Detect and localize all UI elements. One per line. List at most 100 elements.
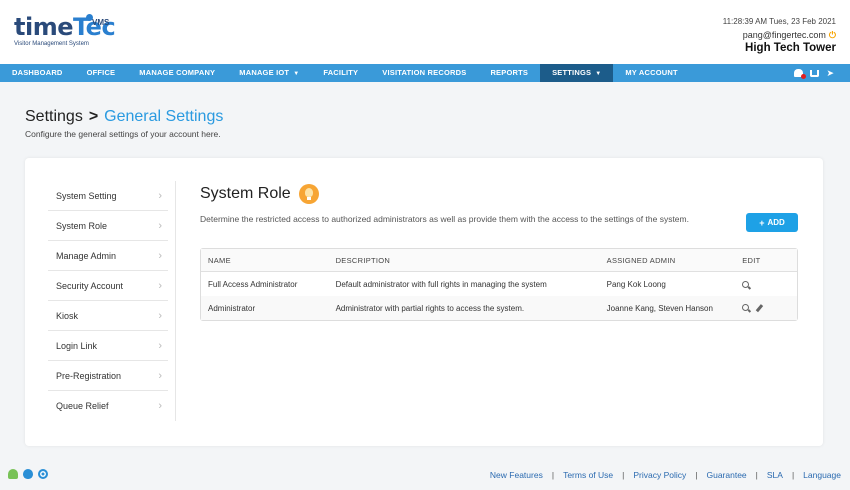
page-title-sub: General Settings: [104, 108, 224, 125]
footer-link-terms[interactable]: Terms of Use: [563, 470, 613, 480]
chevron-right-icon: ›: [158, 219, 162, 232]
footer-separator: |: [695, 470, 698, 480]
sidebar-item-label: Queue Relief: [56, 401, 109, 411]
add-role-button[interactable]: + ADD: [746, 213, 798, 232]
table-row: Administrator Administrator with partial…: [201, 296, 797, 320]
pencil-icon[interactable]: [755, 304, 763, 312]
section-title-text: System Role: [200, 185, 291, 202]
settings-sidebar: System Setting › System Role › Manage Admi…: [48, 181, 168, 421]
chevron-right-icon: ›: [158, 279, 162, 292]
cell-edit: [742, 304, 797, 312]
footer-separator: |: [551, 470, 555, 480]
cart-icon[interactable]: [810, 69, 820, 77]
nav-settings[interactable]: SETTINGS ▼: [540, 64, 614, 82]
rocket-icon[interactable]: ➤: [826, 69, 834, 78]
chevron-right-icon: ›: [158, 249, 162, 262]
sidebar-item-label: Kiosk: [56, 310, 79, 321]
cell-description: Administrator with partial rights to acc…: [335, 303, 525, 313]
footer-separator: |: [755, 470, 758, 480]
nav-dashboard[interactable]: DASHBOARD: [0, 64, 75, 82]
settings-card: System Setting › System Role › Manage Admi…: [25, 158, 823, 446]
chevron-right-icon: ›: [158, 339, 162, 352]
sidebar-item-pre-registration[interactable]: Pre-Registration ›: [48, 361, 168, 391]
sidebar-divider: [175, 181, 176, 421]
nav-icon-group: ➤: [794, 64, 834, 82]
cell-name: Full Access Administrator: [208, 279, 298, 289]
nav-facility[interactable]: FACILITY: [311, 64, 370, 82]
sidebar-item-security-account[interactable]: Security Account ›: [48, 271, 168, 301]
page-description: Configure the general settings of your a…: [25, 129, 221, 139]
nav-manage-company[interactable]: MANAGE COMPANY: [127, 64, 227, 82]
footer-links: New Features | Terms of Use | Privacy Po…: [490, 470, 841, 480]
current-datetime: 11:28:39 AM Tues, 23 Feb 2021: [722, 17, 836, 26]
cell-assigned-admin: Joanne Kang, Steven Hanson: [606, 303, 713, 313]
chevron-right-icon: ›: [158, 309, 162, 322]
sidebar-item-queue-relief[interactable]: Queue Relief ›: [48, 391, 168, 421]
chevron-right-icon: ›: [158, 189, 162, 202]
user-email: pang@fingertec.com ⏻: [723, 29, 836, 42]
caret-down-icon: ▼: [293, 71, 300, 77]
sidebar-item-kiosk[interactable]: Kiosk ›: [48, 301, 168, 331]
footer-link-guarantee[interactable]: Guarantee: [706, 470, 746, 480]
column-header-edit: EDIT: [742, 255, 761, 265]
header-user-info: 11:28:39 AM Tues, 23 Feb 2021 pang@finge…: [723, 16, 836, 55]
footer-separator: |: [622, 470, 625, 480]
logo-badge: VMS: [92, 18, 110, 27]
roles-table: NAME DESCRIPTION ASSIGNED ADMIN EDIT Ful…: [200, 248, 798, 321]
cell-assigned-admin: Pang Kok Loong: [606, 279, 666, 289]
nav-manage-iot-label: MANAGE IOT: [239, 68, 290, 77]
column-header-name: NAME: [208, 255, 231, 265]
add-button-label: ADD: [767, 218, 785, 227]
sidebar-item-login-link[interactable]: Login Link ›: [48, 331, 168, 361]
page-title-main: Settings: [25, 108, 83, 125]
footer-separator: |: [791, 470, 795, 480]
cell-description: Default administrator with full rights i…: [335, 279, 547, 289]
globe-icon[interactable]: [38, 469, 48, 479]
section-title: System Role: [200, 184, 319, 204]
footer-link-language[interactable]: Language: [803, 470, 841, 480]
cell-edit: [742, 280, 797, 288]
main-nav: DASHBOARD OFFICE MANAGE COMPANY MANAGE I…: [0, 64, 850, 82]
logo-subtitle: Visitor Management System: [14, 41, 89, 47]
search-icon[interactable]: [742, 304, 750, 311]
timetec-logo[interactable]: timeTec VMS Visitor Management System: [14, 14, 116, 47]
sidebar-item-system-role[interactable]: System Role ›: [48, 211, 168, 241]
nav-visitation-records[interactable]: VISITATION RECORDS: [370, 64, 478, 82]
sidebar-item-label: System Setting: [56, 190, 117, 201]
chevron-right-icon: ›: [158, 400, 162, 412]
column-header-assigned-admin: ASSIGNED ADMIN: [606, 255, 676, 265]
table-header: NAME DESCRIPTION ASSIGNED ADMIN EDIT: [201, 249, 797, 272]
breadcrumb-separator: >: [88, 108, 99, 125]
user-email-text: pang@fingertec.com: [742, 30, 826, 40]
nav-office[interactable]: OFFICE: [75, 64, 128, 82]
footer-link-privacy[interactable]: Privacy Policy: [633, 470, 686, 480]
power-icon[interactable]: ⏻: [829, 30, 836, 40]
table-row: Full Access Administrator Default admini…: [201, 272, 797, 296]
nav-my-account[interactable]: MY ACCOUNT: [613, 64, 689, 82]
cell-name: Administrator: [208, 303, 256, 313]
section-description: Determine the restricted access to autho…: [200, 214, 689, 224]
footer-app-icons: [8, 469, 48, 479]
caret-down-icon: ▼: [595, 71, 602, 77]
sidebar-item-system-setting[interactable]: System Setting ›: [48, 181, 168, 211]
search-icon[interactable]: [742, 280, 750, 288]
sidebar-item-label: Login Link: [56, 340, 98, 351]
site-name: High Tech Tower: [745, 42, 836, 54]
page-title: Settings > General Settings: [25, 108, 223, 126]
footer-link-new-features[interactable]: New Features: [490, 470, 543, 480]
sidebar-item-label: Security Account: [56, 280, 124, 291]
nav-reports[interactable]: REPORTS: [478, 64, 540, 82]
apple-icon[interactable]: [23, 469, 33, 479]
footer-link-sla[interactable]: SLA: [767, 470, 783, 480]
user-notification-icon[interactable]: [794, 69, 807, 79]
android-icon[interactable]: [8, 469, 18, 479]
column-header-description: DESCRIPTION: [335, 255, 391, 265]
nav-settings-label: SETTINGS: [552, 68, 592, 77]
lightbulb-icon[interactable]: [298, 184, 319, 204]
plus-icon: +: [759, 217, 765, 228]
sidebar-item-label: System Role: [56, 220, 108, 231]
sidebar-item-manage-admin[interactable]: Manage Admin ›: [48, 241, 168, 271]
chevron-right-icon: ›: [158, 369, 162, 382]
app-header: timeTec VMS Visitor Management System 11…: [0, 0, 850, 64]
nav-manage-iot[interactable]: MANAGE IOT ▼: [227, 64, 311, 82]
